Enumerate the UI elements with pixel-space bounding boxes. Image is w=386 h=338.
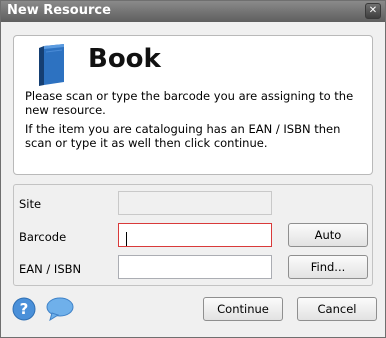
close-icon: ✕: [368, 5, 378, 16]
instruction-barcode: Please scan or type the barcode you are …: [25, 89, 354, 117]
info-panel: Book Please scan or type the barcode you…: [13, 35, 373, 175]
new-resource-dialog: New Resource ✕ Book Please scan or type …: [0, 0, 386, 338]
resource-type-heading: Book: [88, 44, 161, 74]
site-label: Site: [19, 197, 42, 211]
svg-text:?: ?: [20, 300, 29, 318]
window-title: New Resource: [7, 3, 111, 18]
continue-button[interactable]: Continue: [203, 297, 283, 321]
title-bar[interactable]: New Resource ✕: [1, 1, 385, 22]
text-cursor: [126, 232, 127, 246]
auto-button[interactable]: Auto: [288, 223, 368, 247]
form-panel: Site Barcode Auto EAN / ISBN Find...: [13, 184, 373, 286]
cancel-button[interactable]: Cancel: [297, 297, 377, 321]
ean-isbn-field[interactable]: [118, 255, 272, 279]
instruction-isbn: If the item you are cataloguing has an E…: [25, 122, 341, 150]
chat-icon[interactable]: [45, 297, 75, 321]
close-button[interactable]: ✕: [365, 3, 381, 19]
barcode-field[interactable]: [118, 223, 272, 247]
ean-isbn-label: EAN / ISBN: [19, 262, 82, 276]
find-button[interactable]: Find...: [288, 255, 368, 279]
help-icon[interactable]: ?: [12, 297, 36, 321]
book-icon: [39, 44, 64, 86]
site-field[interactable]: [118, 191, 272, 215]
barcode-label: Barcode: [19, 230, 67, 244]
